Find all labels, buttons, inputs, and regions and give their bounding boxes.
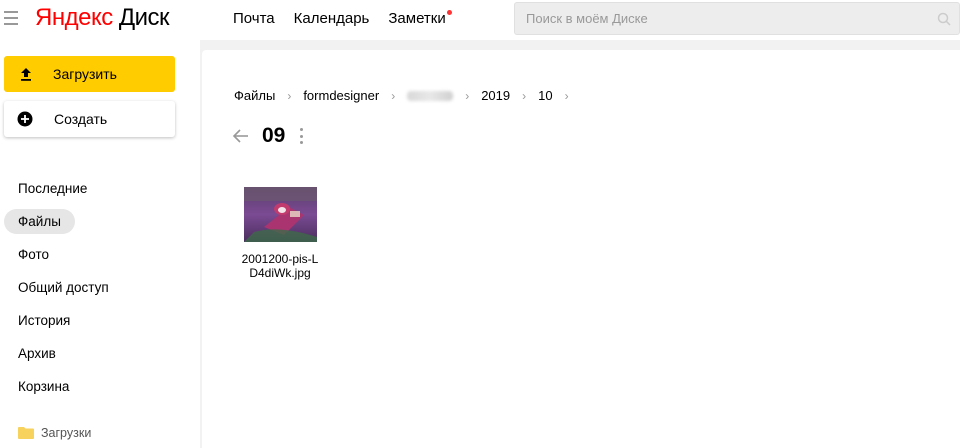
top-nav: Почта Календарь Заметки	[233, 10, 465, 27]
search-box	[514, 2, 960, 35]
folder-label: Загрузки	[41, 426, 92, 440]
arrow-left-icon[interactable]	[232, 127, 250, 145]
breadcrumb-files[interactable]: Файлы	[234, 88, 275, 103]
notification-dot-icon	[446, 10, 452, 15]
sidebar-item-label: Архив	[18, 346, 56, 361]
nav-notes-label: Заметки	[388, 10, 446, 27]
file-name-line2: D4diWk.jpg	[249, 266, 311, 280]
chevron-right-icon: ›	[287, 88, 292, 103]
sidebar-item-label: Фото	[18, 247, 50, 262]
sidebar-item-archive[interactable]: Архив	[0, 337, 200, 370]
create-label: Создать	[54, 111, 108, 127]
sidebar-item-label: Последние	[18, 181, 88, 196]
breadcrumb-2019[interactable]: 2019	[481, 88, 510, 103]
logo-product: Диск	[118, 4, 170, 31]
sidebar-folder-downloads[interactable]: Загрузки	[18, 426, 91, 440]
sidebar-item-recent[interactable]: Последние	[0, 172, 200, 205]
sidebar-item-photo[interactable]: Фото	[0, 238, 200, 271]
search-input[interactable]	[515, 3, 915, 34]
breadcrumb: Файлы › formdesigner › › 2019 › 10 ›	[234, 88, 581, 103]
create-button[interactable]: Создать	[4, 101, 175, 137]
sidebar-item-label: Корзина	[18, 379, 70, 394]
plus-circle-icon	[17, 111, 33, 127]
sidebar: Загрузить Создать Последние Файлы Фото О…	[0, 40, 200, 448]
logo-brand-rest: ндекс	[51, 4, 113, 31]
chevron-right-icon: ›	[522, 88, 527, 103]
main-panel: Файлы › formdesigner › › 2019 › 10 › 09	[202, 50, 960, 448]
breadcrumb-10[interactable]: 10	[538, 88, 552, 103]
file-name-line1: 2001200-pis-L	[241, 252, 319, 266]
upload-label: Загрузить	[53, 66, 117, 82]
sidebar-item-label: Общий доступ	[18, 280, 109, 295]
chevron-right-icon: ›	[391, 88, 396, 103]
file-name: 2001200-pis-L D4diWk.jpg	[236, 252, 324, 280]
sidebar-item-files[interactable]: Файлы	[0, 205, 200, 238]
chevron-right-icon: ›	[564, 88, 569, 103]
file-item[interactable]: 2001200-pis-L D4diWk.jpg	[236, 187, 324, 280]
image-thumbnail	[243, 187, 317, 242]
upload-icon	[21, 68, 31, 81]
menu-icon[interactable]	[4, 11, 18, 25]
folder-title-row: 09	[232, 124, 303, 148]
sidebar-item-label: История	[18, 313, 71, 328]
nav-notes[interactable]: Заметки	[388, 10, 452, 27]
sidebar-item-trash[interactable]: Корзина	[0, 370, 200, 403]
chevron-right-icon: ›	[465, 88, 470, 103]
sidebar-item-label: Файлы	[4, 209, 75, 234]
upload-button[interactable]: Загрузить	[4, 56, 175, 92]
folder-icon	[18, 427, 34, 439]
nav-calendar[interactable]: Календарь	[294, 10, 370, 27]
search-icon[interactable]	[937, 12, 951, 26]
page-title: 09	[262, 124, 286, 147]
sidebar-item-history[interactable]: История	[0, 304, 200, 337]
nav-mail[interactable]: Почта	[233, 10, 275, 27]
header: Яндекс Диск Почта Календарь Заметки	[0, 0, 960, 40]
more-vertical-icon[interactable]	[299, 128, 303, 144]
breadcrumb-formdesigner[interactable]: formdesigner	[303, 88, 379, 103]
breadcrumb-blurred[interactable]	[407, 90, 454, 101]
sidebar-item-shared[interactable]: Общий доступ	[0, 271, 200, 304]
logo[interactable]: Яндекс Диск	[35, 4, 170, 32]
logo-brand-initial: Я	[35, 4, 52, 31]
sidebar-menu: Последние Файлы Фото Общий доступ Истори…	[0, 172, 200, 403]
